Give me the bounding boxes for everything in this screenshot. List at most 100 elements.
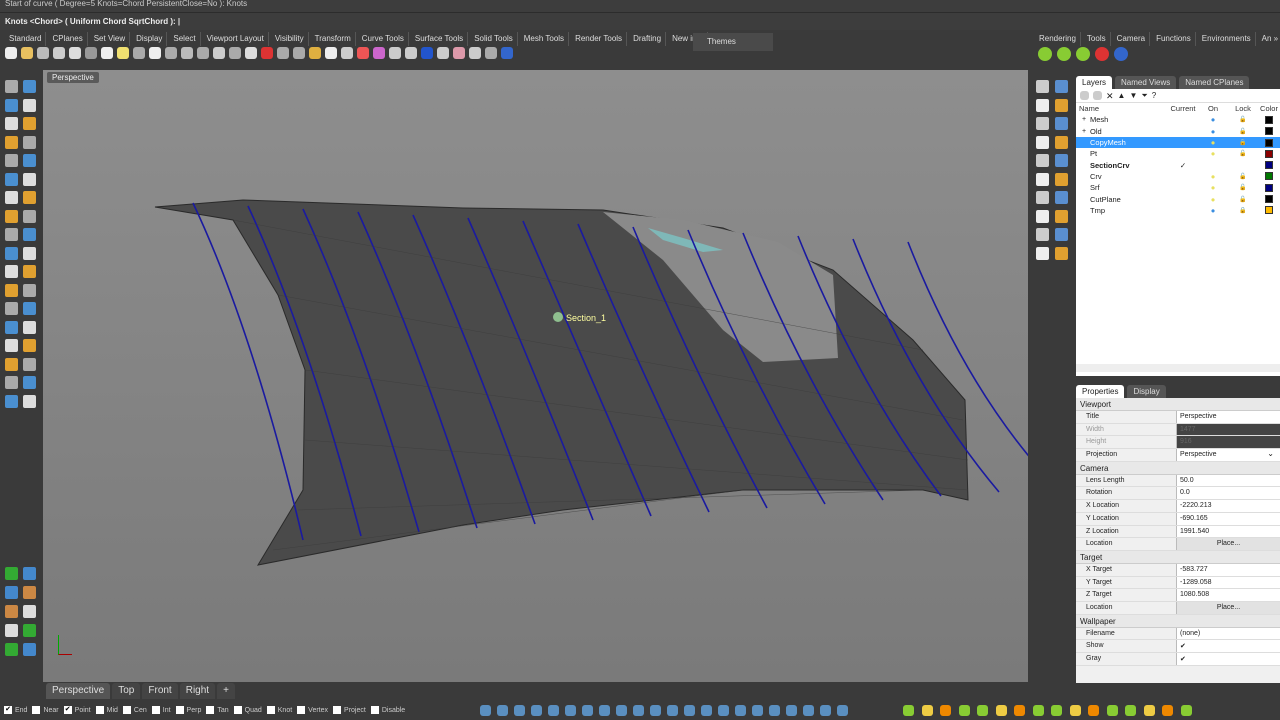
status-icon[interactable] — [531, 705, 542, 716]
left-tool-icon[interactable] — [5, 394, 18, 408]
color-swatch[interactable] — [1265, 149, 1273, 158]
toolbar-icon[interactable] — [181, 47, 193, 59]
layers-hscrollbar[interactable] — [1076, 364, 1280, 372]
toolbar-icon[interactable] — [277, 47, 289, 59]
osnap-cen[interactable]: Cen — [122, 706, 147, 714]
left-tool-icon[interactable] — [5, 191, 18, 204]
status-icon[interactable] — [1180, 705, 1192, 716]
status-icon[interactable] — [548, 705, 559, 716]
left-tool-icon[interactable] — [23, 339, 36, 352]
projection-dropdown[interactable]: Perspective — [1176, 449, 1280, 461]
osnap-checkbox[interactable] — [266, 706, 275, 714]
toolbar-tab-viewport-layout[interactable]: Viewport Layout — [203, 32, 269, 46]
unlock-icon[interactable]: 🔓 — [1228, 184, 1258, 191]
left-tool-icon[interactable] — [5, 283, 18, 297]
layer-row[interactable]: Srf ● 🔓 — [1076, 182, 1280, 193]
status-icon[interactable] — [977, 705, 988, 716]
osnap-int[interactable]: Int — [151, 706, 171, 714]
color-swatch[interactable] — [1265, 127, 1273, 136]
osnap-checkbox[interactable] — [151, 706, 160, 714]
left-tool-icon[interactable] — [23, 98, 36, 112]
status-icon[interactable] — [995, 705, 1007, 716]
layer-color[interactable] — [1258, 183, 1280, 192]
layer-row[interactable]: Tmp ● 🔒 — [1076, 205, 1280, 216]
toolbar-icon[interactable] — [261, 47, 273, 59]
lock-icon[interactable]: 🔒 — [1228, 207, 1258, 214]
right-toolbar-tab[interactable]: An » — [1258, 32, 1280, 46]
left-tool-icon[interactable] — [5, 246, 18, 260]
status-icon[interactable] — [701, 705, 712, 716]
left-tool-icon[interactable] — [23, 209, 36, 223]
left-tool-icon[interactable] — [23, 357, 36, 371]
layer-current-check[interactable]: ✓ — [1168, 161, 1198, 170]
status-icon[interactable] — [1069, 705, 1081, 716]
osnap-quad[interactable]: Quad — [233, 706, 262, 714]
unlock-icon[interactable]: 🔓 — [1228, 150, 1258, 157]
left-tool-icon[interactable] — [5, 320, 18, 334]
property-value[interactable]: -583.727 — [1176, 563, 1280, 576]
right-tool-icon[interactable] — [1055, 246, 1068, 260]
toolbar-icon[interactable] — [373, 47, 385, 59]
toolbar-icon[interactable] — [149, 47, 161, 59]
expand-icon[interactable]: + — [1082, 116, 1086, 123]
right-toolbar-tab[interactable]: Functions — [1152, 32, 1196, 46]
osnap-vertex[interactable]: Vertex — [297, 706, 328, 714]
left-tool-icon[interactable] — [5, 265, 18, 278]
osnap-tan[interactable]: Tan — [206, 706, 229, 714]
color-swatch[interactable] — [1265, 183, 1273, 192]
status-icon[interactable] — [1125, 705, 1136, 716]
property-value[interactable]: ✔ — [1176, 640, 1280, 652]
layer-color[interactable] — [1258, 149, 1280, 158]
new-sublayer-icon[interactable] — [1093, 91, 1102, 100]
property-value[interactable]: -690.165 — [1176, 512, 1280, 525]
toolbar-icon[interactable] — [421, 47, 433, 59]
osnap-project[interactable]: Project — [333, 706, 366, 714]
property-value[interactable]: 50.0 — [1176, 474, 1280, 487]
layer-name[interactable]: Old — [1076, 127, 1168, 136]
properties-tab-properties[interactable]: Properties — [1076, 385, 1125, 398]
left-tool-icon[interactable] — [5, 228, 18, 241]
status-icon[interactable] — [1143, 705, 1155, 716]
left-tool-icon[interactable] — [23, 172, 36, 186]
toolbar-icon[interactable] — [229, 47, 241, 59]
layer-color[interactable] — [1258, 138, 1280, 147]
toolbar-icon[interactable] — [133, 47, 145, 59]
status-icon[interactable] — [582, 705, 593, 716]
left-tool-icon[interactable] — [23, 117, 36, 130]
toolbar-tab-render-tools[interactable]: Render Tools — [571, 32, 628, 46]
layer-color[interactable] — [1258, 127, 1280, 136]
left-tool-icon[interactable] — [5, 172, 18, 186]
left-tool-icon[interactable] — [23, 320, 36, 334]
col-on[interactable]: On — [1198, 104, 1228, 113]
filter-icon[interactable]: ⏷ — [1141, 91, 1147, 100]
left-tool-icon[interactable] — [23, 228, 36, 241]
left-tool-icon[interactable] — [5, 80, 18, 93]
osnap-checkbox[interactable] — [333, 706, 342, 714]
left-tool-icon[interactable] — [23, 394, 36, 408]
status-icon[interactable] — [497, 705, 508, 716]
toolbar-tab-curve-tools[interactable]: Curve Tools — [358, 32, 409, 46]
toolbar-icon[interactable] — [469, 47, 481, 59]
property-value[interactable]: 1991.540 — [1176, 525, 1280, 538]
left-tool-icon[interactable] — [23, 283, 36, 297]
render-tool-icon[interactable] — [1076, 47, 1090, 61]
toolbar-tab-transform[interactable]: Transform — [311, 32, 356, 46]
left-tool-icon[interactable] — [23, 624, 36, 637]
layer-row[interactable]: Crv ● 🔓 — [1076, 171, 1280, 182]
osnap-mid[interactable]: Mid — [95, 706, 118, 714]
viewport-title[interactable]: Perspective — [47, 72, 99, 83]
status-icon[interactable] — [903, 705, 914, 716]
right-toolbar-tab[interactable]: Camera — [1113, 32, 1151, 46]
toolbar-icon[interactable] — [69, 47, 81, 59]
toolbar-icon[interactable] — [197, 47, 209, 59]
osnap-checkbox[interactable] — [95, 706, 104, 714]
render-tool-icon[interactable] — [1038, 47, 1052, 61]
color-swatch[interactable] — [1265, 172, 1273, 181]
layer-name[interactable]: CutPlane — [1076, 195, 1168, 204]
status-icon[interactable] — [1106, 705, 1118, 716]
osnap-perp[interactable]: Perp — [175, 706, 201, 714]
layer-row[interactable]: SectionCrv ✓ — [1076, 159, 1280, 170]
lightbulb-icon[interactable]: ● — [1198, 127, 1228, 136]
toolbar-tab-mesh-tools[interactable]: Mesh Tools — [520, 32, 570, 46]
lightbulb-icon[interactable]: ● — [1198, 206, 1228, 215]
